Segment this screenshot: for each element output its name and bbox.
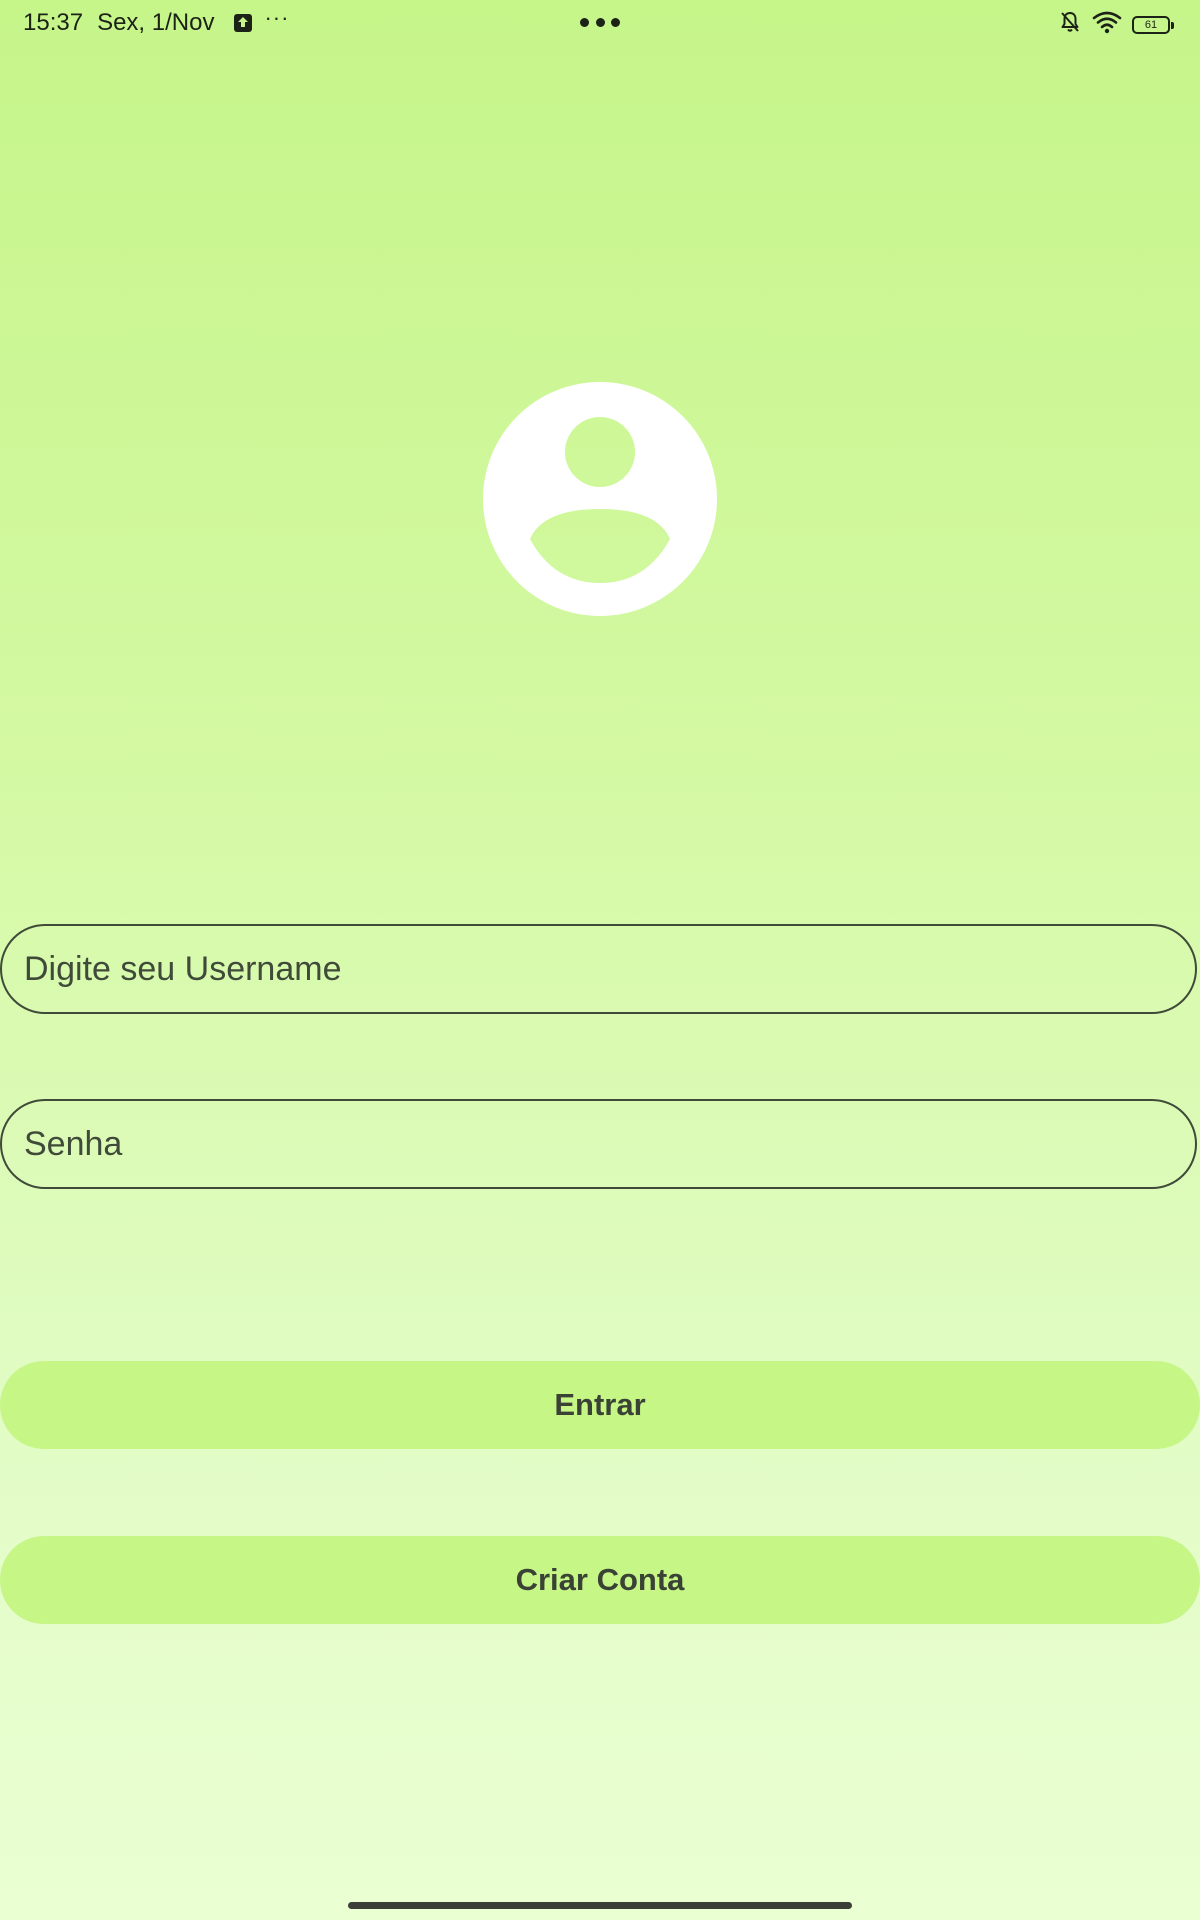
username-field[interactable] bbox=[0, 924, 1197, 1014]
password-field[interactable] bbox=[0, 1099, 1197, 1189]
more-dots-icon[interactable] bbox=[580, 14, 620, 30]
battery-icon: 61 bbox=[1132, 15, 1174, 34]
account-circle-icon bbox=[483, 382, 717, 616]
username-input[interactable] bbox=[2, 926, 1195, 1012]
bell-off-icon bbox=[1058, 10, 1082, 39]
status-bar: 15:37 Sex, 1/Nov ··· 61 bbox=[0, 0, 1200, 46]
more-notifications-icon: ··· bbox=[264, 5, 290, 30]
create-account-button[interactable]: Criar Conta bbox=[0, 1536, 1200, 1624]
wifi-icon bbox=[1092, 10, 1122, 39]
home-indicator[interactable] bbox=[348, 1902, 852, 1909]
status-time: 15:37 bbox=[23, 9, 84, 36]
login-button[interactable]: Entrar bbox=[0, 1361, 1200, 1449]
status-right: 61 bbox=[1058, 10, 1174, 39]
upload-notification-icon bbox=[234, 14, 253, 32]
password-input[interactable] bbox=[2, 1101, 1195, 1187]
status-left: 15:37 Sex, 1/Nov ··· bbox=[23, 5, 290, 37]
status-date: Sex, 1/Nov bbox=[97, 9, 215, 36]
